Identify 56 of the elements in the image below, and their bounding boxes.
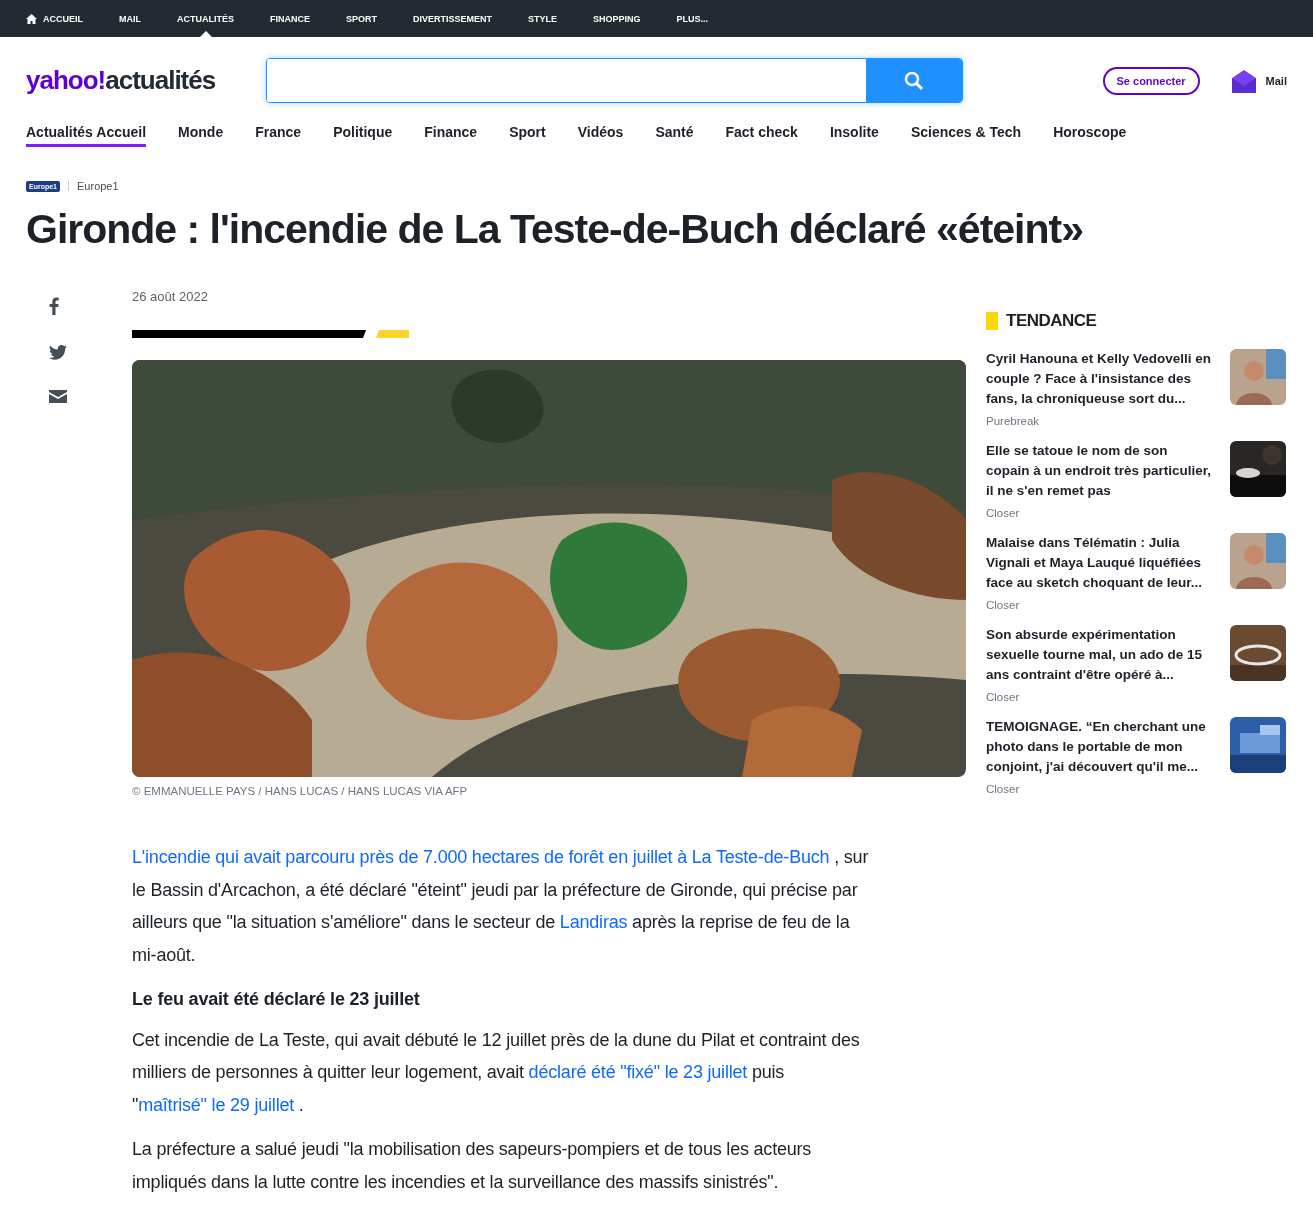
envelope-icon [1231,68,1256,93]
twitter-bird-icon[interactable] [49,345,67,360]
section-tab[interactable]: Finance [424,124,478,147]
trending-headline[interactable]: TEMOIGNAGE. “En cherchant une photo dans le portable de mon conjoint, j'ai découvert qu'il me... [986,717,1214,777]
source-name: Europe1 [77,180,119,192]
search-field[interactable] [266,58,963,103]
trending-source: Closer [986,507,1021,519]
photo-credit: © EMMANUELLE PAYS / HANS LUCAS / HANS LUCAS VIA AFP [132,785,469,797]
section-tab[interactable]: Monde [178,124,224,147]
section-tab[interactable]: Santé [655,124,694,147]
email-icon[interactable] [49,390,67,403]
search-icon [904,70,924,91]
trending-source: Closer [986,691,1021,703]
trending-headline[interactable]: Malaise dans Télématin : Julia Vignali et Maya Lauqué liquéfiées face au sketch choquant de leur... [986,533,1214,593]
top-nav-link[interactable]: DIVERTISSEMENT [413,0,493,37]
top-nav-link[interactable]: STYLE [528,0,558,37]
article-link[interactable]: maîtrisé" le 29 juillet [138,1094,295,1115]
trending-source: Closer [986,599,1021,611]
section-tab[interactable]: Sport [509,124,546,147]
section-tab[interactable]: Insolite [829,124,879,147]
article-link[interactable]: L'incendie qui avait parcouru près de 7.000 hectares de forêt en juillet à La Teste-de-Buch [132,847,830,867]
trending-headline[interactable]: Son absurde expérimentation sexuelle tourne mal, un ado de 15 ans contraint d'être opéré à... [986,625,1214,685]
top-nav-link[interactable]: ACCUEIL [26,0,83,37]
facebook-icon[interactable] [49,297,59,315]
top-nav-link[interactable]: ACTUALITÉS [177,0,234,37]
article-link[interactable]: Landiras [559,912,628,932]
trending-source: Purebreak [986,415,1041,427]
trending-heading: TENDANCE [1006,311,1097,331]
accent-mark [986,312,998,330]
section-tab[interactable]: Vidéos [577,124,624,147]
trending-headline[interactable]: Cyril Hanouna et Kelly Vedovelli en couple ? Face à l'insistance des fans, la chroniqueuse sort du... [986,349,1214,409]
top-nav-link[interactable]: PLUS... [676,0,709,37]
top-nav-link[interactable]: FINANCE [270,0,310,37]
section-heading: Le feu avait été déclaré le 23 juillet [132,988,421,1011]
paragraph: Cet incendie de La Teste, qui avait débuté le 12 juillet près de la dune du Pilat et contraint des milliers de personnes à quitter leur logement, avait déclaré été "fixé" le 23 juillet puis "maîtrisé" le 29 juillet . [132,1028,861,1117]
paragraph: L'incendie qui avait parcouru près de 7.000 hectares de forêt en juillet à La Teste-de-Buch , sur le Bassin d'Arcachon, a été déclaré "éteint" jeudi par la préfecture de Gironde, qui précise par ailleurs que "la situation s'améliore" dans le secteur de Landiras après la reprise de feu de la mi-août. [132,846,870,967]
article-date: 26 août 2022 [132,289,209,304]
trending-source: Closer [986,783,1021,795]
top-nav-link[interactable]: SPORT [346,0,377,37]
section-tab[interactable]: Horoscope [1053,124,1127,147]
section-tab[interactable]: Politique [333,124,393,147]
trending-headline[interactable]: Elle se tatoue le nom de son copain à un endroit très particulier, il ne s'en remet pas [986,441,1214,501]
section-tab[interactable]: France [255,124,302,147]
top-nav-link[interactable]: SHOPPING [593,0,641,37]
section-tab[interactable]: Fact check [725,124,798,147]
section-tab[interactable]: Sciences & Tech [910,124,1022,147]
yahoo-logo[interactable]: yahoo!actualités [26,65,266,96]
home-icon [26,13,37,24]
article-link[interactable]: déclaré été "fixé" le 23 juillet [528,1062,748,1082]
sign-in-button[interactable]: Se connecter [1102,66,1200,95]
article-title: Gironde : l'incendie de La Teste-de-Buch déclaré «éteint» [26,206,1084,253]
mail-link[interactable]: Mail [1231,68,1287,93]
top-nav-link[interactable]: MAIL [119,0,141,37]
paragraph: La préfecture a salué jeudi "la mobilisation des sapeurs-pompiers et de tous les acteurs impliqués dans la lutte contre les incendies et la surveillance des massifs sinistrés". [132,1138,813,1194]
section-tab[interactable]: Actualités Accueil [26,124,147,147]
search-button[interactable] [866,59,962,102]
